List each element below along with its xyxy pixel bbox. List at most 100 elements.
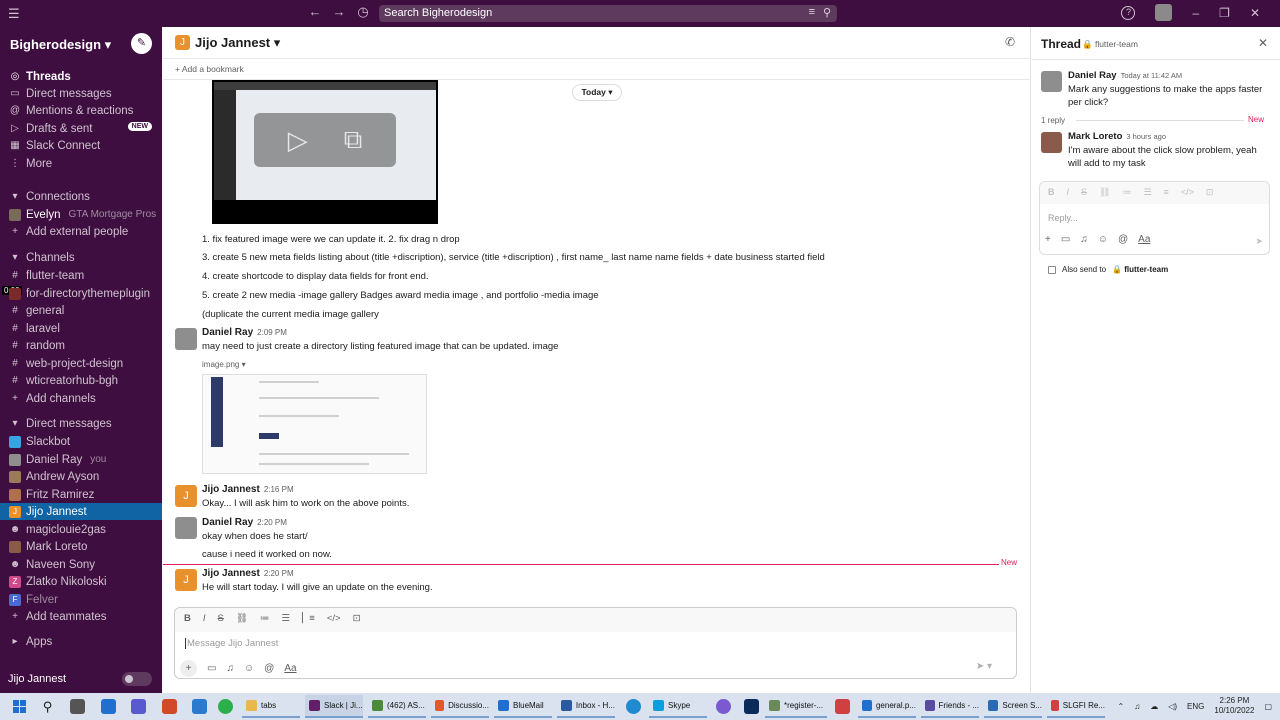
avatar[interactable] [175, 517, 197, 539]
avatar[interactable] [1041, 132, 1062, 153]
section-channels[interactable]: ▾ Channels [0, 249, 162, 266]
network-icon[interactable]: ☁ [1150, 702, 1158, 711]
mention-icon[interactable]: @ [1118, 234, 1128, 245]
avatar[interactable]: J [175, 569, 197, 591]
sidebar-item-more[interactable]: ⋮ More [0, 155, 162, 172]
notifications-icon[interactable]: ▢ [1264, 702, 1272, 711]
message-input[interactable]: Message Jijo Jannest [185, 638, 278, 649]
mic-icon[interactable]: ♫ [226, 663, 234, 674]
channel-title[interactable]: Jijo Jannest ▾ [195, 35, 280, 51]
vivaldi-icon[interactable] [835, 699, 850, 714]
teams-icon[interactable] [131, 699, 146, 714]
sidebar-item-mark-loreto[interactable]: Mark Loreto [0, 538, 162, 555]
search-icon[interactable]: ⚲ [823, 6, 831, 19]
message-author[interactable]: Daniel Ray 2:20 PM [202, 517, 287, 528]
sidebar-item-for-directorythemeplugin[interactable]: for-directorythemeplugin [0, 285, 162, 302]
link-icon[interactable]: ⛓ [236, 613, 248, 627]
reply-composer[interactable]: B I S ⛓ ≔ ☰ ≡ </> ⊡ Reply... + ▭ ♫ ☺ @ A… [1039, 181, 1270, 255]
text-format-icon[interactable]: Aa [284, 663, 296, 674]
task-view-icon[interactable] [70, 699, 85, 714]
avatar[interactable]: J [175, 485, 197, 507]
compose-icon[interactable]: ✎ [131, 33, 152, 54]
bold-icon[interactable]: B [1048, 187, 1055, 199]
taskbar-app[interactable]: *register-... [765, 695, 827, 718]
close-icon[interactable]: ✕ [1250, 6, 1260, 20]
blockquote-icon[interactable]: ▏≡ [302, 613, 315, 627]
taskbar-app[interactable]: SLGFI Re... [1047, 695, 1105, 718]
taskbar-app[interactable]: tabs [242, 695, 300, 718]
video-attachment[interactable]: ▷ ⧉ [212, 80, 438, 224]
add-bookmark-button[interactable]: + Add a bookmark [175, 64, 244, 74]
section-apps[interactable]: ▸ Apps [0, 633, 162, 650]
hamburger-menu-icon[interactable]: ☰ [8, 6, 20, 22]
volume-icon[interactable]: ◁) [1168, 702, 1177, 711]
sidebar-item-zlatko-nikoloski[interactable]: Z Zlatko Nikoloski [0, 573, 162, 590]
italic-icon[interactable]: I [1067, 187, 1070, 199]
sidebar-item-general[interactable]: # general [0, 302, 162, 319]
italic-icon[interactable]: I [203, 613, 206, 627]
sidebar-item-slackbot[interactable]: Slackbot [0, 433, 162, 450]
thread-author[interactable]: Mark Loreto 3 hours ago [1068, 131, 1166, 142]
close-icon[interactable]: ✕ [1258, 36, 1268, 50]
message-author[interactable]: Jijo Jannest 2:20 PM [202, 568, 294, 579]
sidebar-item-daniel-ray[interactable]: Daniel Ray you [0, 451, 162, 468]
sidebar-item-slack-connect[interactable]: ▦ Slack Connect [0, 137, 162, 154]
image-attachment[interactable] [202, 374, 427, 474]
section-connections[interactable]: ▾ Connections [0, 188, 162, 205]
emoji-icon[interactable]: ☺ [1098, 234, 1108, 245]
help-icon[interactable]: ? [1121, 5, 1136, 20]
send-icon[interactable]: ➤ [1255, 236, 1263, 247]
mention-icon[interactable]: @ [264, 663, 274, 674]
mic-icon[interactable]: ♫ [1134, 702, 1140, 711]
strikethrough-icon[interactable]: S [218, 613, 224, 627]
taskbar-app[interactable]: Friends - ... [921, 695, 979, 718]
taskbar-app[interactable]: Screen S... [984, 695, 1042, 718]
thread-author[interactable]: Daniel Ray Today at 11:42 AM [1068, 70, 1182, 81]
file-name[interactable]: image.png ▾ [202, 360, 246, 369]
text-format-icon[interactable]: Aa [1138, 234, 1150, 245]
message-composer[interactable]: B I S ⛓ ≔ ☰ ▏≡ </> ⊡ Message Jijo Jannes… [174, 607, 1017, 679]
strikethrough-icon[interactable]: S [1081, 187, 1087, 199]
message-author[interactable]: Jijo Jannest 2:16 PM [202, 484, 294, 495]
checkbox[interactable] [1048, 265, 1056, 274]
code-icon[interactable]: </> [327, 613, 341, 627]
sidebar-item-magiclouie2gas[interactable]: ☻ magiclouie2gas [0, 521, 162, 538]
sidebar-item-andrew-ayson[interactable]: Andrew Ayson [0, 468, 162, 485]
tray-chevron-icon[interactable]: ⌃ [1118, 702, 1125, 711]
bold-icon[interactable]: B [184, 613, 191, 627]
ordered-list-icon[interactable]: ≔ [1122, 187, 1131, 199]
store-icon[interactable] [192, 699, 207, 714]
taskbar-app[interactable]: Slack | Ji... [305, 695, 363, 718]
avatar[interactable] [1041, 71, 1062, 92]
message-author[interactable]: Daniel Ray 2:09 PM [202, 327, 287, 338]
reply-input[interactable]: Reply... [1048, 213, 1078, 223]
link-icon[interactable]: ⛓ [1099, 187, 1110, 199]
taskbar-app[interactable]: (462) AS... [368, 695, 426, 718]
search-input[interactable]: Search Bigherodesign ≡ ⚲ [379, 5, 837, 22]
history-clock-icon[interactable]: ◷ [354, 4, 372, 20]
sidebar-item-felver[interactable]: F Felver [0, 591, 162, 608]
ordered-list-icon[interactable]: ≔ [260, 613, 270, 627]
user-avatar[interactable] [1155, 4, 1173, 21]
attach-plus-icon[interactable]: + [180, 660, 197, 677]
section-direct-messages[interactable]: ▾ Direct messages [0, 415, 162, 432]
photoshop-icon[interactable] [744, 699, 759, 714]
video-icon[interactable]: ▭ [1061, 234, 1070, 245]
date-divider-today[interactable]: Today ▾ [572, 84, 622, 101]
taskbar-app[interactable]: BlueMail [494, 695, 552, 718]
code-icon[interactable]: </> [1181, 187, 1194, 199]
sidebar-item-add-teammates[interactable]: + Add teammates [0, 608, 162, 625]
workspace-name[interactable]: Bigherodesign ▾ [10, 37, 111, 53]
sidebar-item-evelyn[interactable]: Evelyn GTA Mortgage Pros [0, 206, 162, 223]
sidebar-item-direct-messages[interactable]: ▭ Direct messages [0, 85, 162, 102]
forward-arrow-icon[interactable]: → [330, 4, 348, 20]
emoji-icon[interactable]: ☺ [244, 663, 254, 674]
taskbar-app[interactable]: Skype [649, 695, 707, 718]
sidebar-item-web-project-design[interactable]: # web-project-design [0, 355, 162, 372]
blockquote-icon[interactable]: ≡ [1164, 187, 1169, 199]
back-arrow-icon[interactable]: ← [306, 4, 324, 20]
sidebar-item-random[interactable]: # random [0, 337, 162, 354]
sidebar-item-naveen-sony[interactable]: ☻ Naveen Sony [0, 556, 162, 573]
taskbar-app[interactable]: Discussio... [431, 695, 489, 718]
code-block-icon[interactable]: ⊡ [353, 613, 361, 627]
